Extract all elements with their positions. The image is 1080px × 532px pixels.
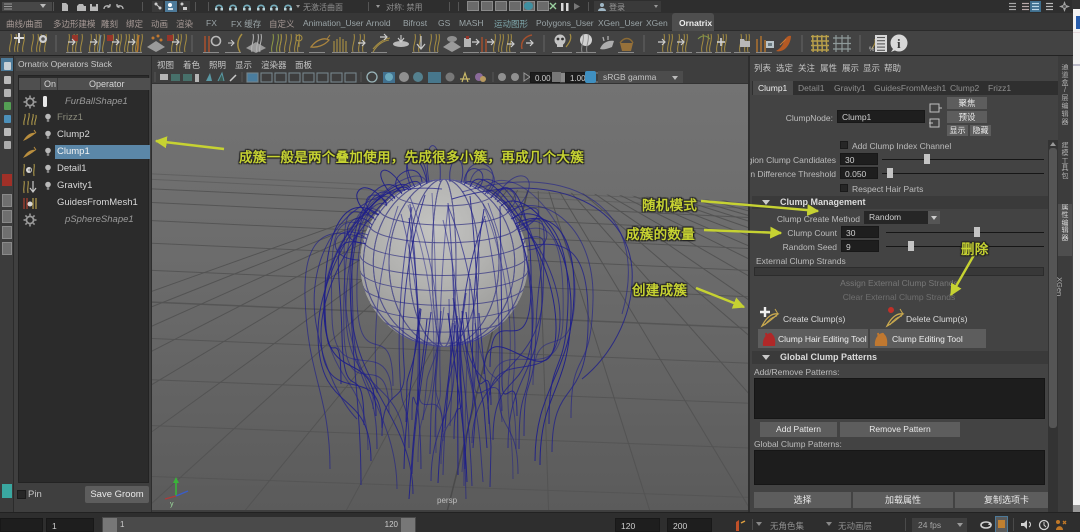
svg-text:i: i bbox=[897, 36, 901, 51]
svg-text:y: y bbox=[170, 501, 174, 508]
svg-text:%: % bbox=[869, 47, 875, 53]
